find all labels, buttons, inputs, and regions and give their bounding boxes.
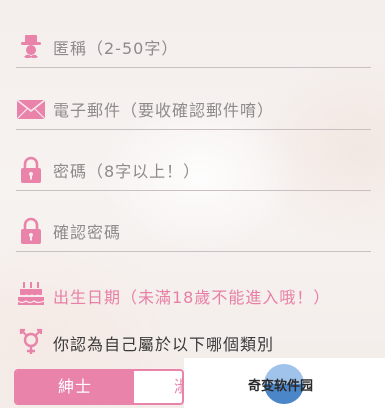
password-field[interactable]: 密碼（8字以上！） xyxy=(16,148,371,191)
nickname-input[interactable]: 匿稱（2-50字） xyxy=(53,35,178,59)
email-field[interactable]: 電子郵件（要收確認郵件唷） xyxy=(16,87,371,130)
confirm-password-input[interactable]: 確認密碼 xyxy=(53,219,121,243)
lock-icon xyxy=(16,156,46,184)
gentleman-icon xyxy=(16,33,46,61)
gender-question-label: 你認為自己屬於以下哪個類別 xyxy=(53,335,275,354)
birthday-label: 出生日期（未滿18歲不能進入哦！） xyxy=(53,288,331,307)
envelope-icon xyxy=(16,95,46,123)
email-input[interactable]: 電子郵件（要收確認郵件唷） xyxy=(53,97,274,121)
gender-question: 你認為自己屬於以下哪個類別 xyxy=(16,326,371,356)
gender-option-lady[interactable]: 淑 xyxy=(134,371,182,403)
birthday-picker[interactable]: 出生日期（未滿18歲不能進入哦！） xyxy=(16,276,371,312)
nickname-field[interactable]: 匿稱（2-50字） xyxy=(16,25,371,68)
watermark: 奇变软件园 xyxy=(184,358,385,408)
password-input[interactable]: 密碼（8字以上！） xyxy=(53,158,200,182)
lock-icon xyxy=(16,217,46,245)
gender-segmented-control[interactable]: 紳士 淑 xyxy=(14,369,184,405)
birthday-cake-icon xyxy=(16,280,46,308)
confirm-password-field[interactable]: 確認密碼 xyxy=(16,209,371,252)
gender-symbol-icon xyxy=(16,326,46,356)
watermark-text: 奇变软件园 xyxy=(248,379,314,394)
gender-option-gentleman[interactable]: 紳士 xyxy=(16,371,134,403)
